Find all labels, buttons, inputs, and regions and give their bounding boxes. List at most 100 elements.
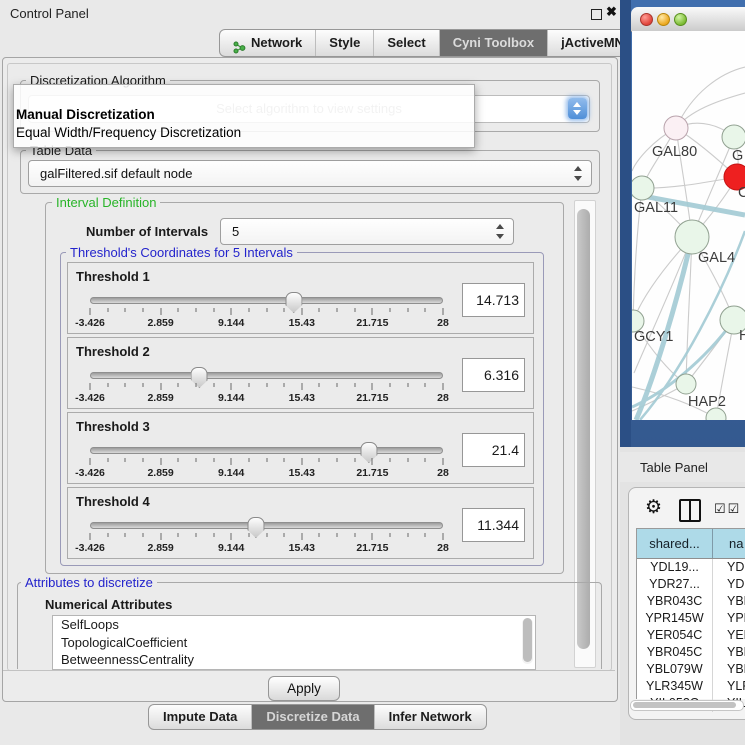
screen: { "window": {"title": "Control Panel"}, …: [0, 0, 745, 745]
table-row[interactable]: YLR345W YLR3: [637, 678, 745, 695]
node-label: H: [739, 328, 745, 344]
network-nodes[interactable]: [632, 116, 745, 420]
column-header-name[interactable]: na: [713, 529, 745, 558]
zoom-traffic-light-icon[interactable]: [674, 13, 687, 26]
cell-shared-name[interactable]: YPR145W: [637, 610, 713, 627]
combobox-arrows-button[interactable]: [568, 98, 587, 119]
column-header-shared-name[interactable]: shared...: [637, 529, 713, 558]
cell-name[interactable]: YBR0: [713, 593, 745, 610]
gear-icon[interactable]: ⚙: [645, 496, 662, 519]
node-g[interactable]: [722, 125, 745, 149]
float-window-icon[interactable]: [591, 9, 602, 20]
cell-shared-name[interactable]: YBL079W: [637, 661, 713, 678]
network-window-frame: [620, 0, 631, 447]
interval-definition-group-title: Interval Definition: [52, 195, 160, 210]
attribute-list-item[interactable]: TopologicalCoefficient: [53, 634, 535, 652]
thresholds-group-title: Threshold's Coordinates for 5 Intervals: [66, 245, 297, 260]
cell-name[interactable]: YDL1: [713, 559, 745, 576]
threshold-label: Threshold 4: [76, 494, 150, 509]
tab-cyni-toolbox[interactable]: Cyni Toolbox: [439, 30, 547, 56]
node-label: GCY1: [634, 329, 674, 345]
cell-name[interactable]: YPR1: [713, 610, 745, 627]
numerical-attributes-list[interactable]: SelfLoops TopologicalCoefficient Between…: [52, 615, 536, 670]
tab-discretize-data[interactable]: Discretize Data: [251, 705, 373, 729]
node-gal11[interactable]: [632, 176, 654, 200]
node-gal4[interactable]: [675, 220, 709, 254]
slider-ticks: [90, 383, 443, 391]
cell-shared-name[interactable]: YDR27...: [637, 576, 713, 593]
network-tab-icon: [233, 37, 246, 50]
node-label: GAL80: [652, 144, 697, 160]
scrollbar-thumb[interactable]: [633, 702, 736, 708]
cell-shared-name[interactable]: YLR345W: [637, 678, 713, 695]
tab-infer-network[interactable]: Infer Network: [374, 705, 486, 729]
minimize-traffic-light-icon[interactable]: [657, 13, 670, 26]
column-layout-icon[interactable]: [679, 499, 701, 522]
dropdown-item-equal-width-frequency[interactable]: Equal Width/Frequency Discretization: [16, 124, 472, 141]
cell-shared-name[interactable]: YDL19...: [637, 559, 713, 576]
threshold-label: Threshold 2: [76, 344, 150, 359]
cell-name[interactable]: YLR3: [713, 678, 745, 695]
number-of-intervals-combobox[interactable]: 5: [220, 218, 514, 245]
table-data-combobox[interactable]: galFiltered.sif default node: [28, 160, 592, 187]
close-traffic-light-icon[interactable]: [640, 13, 653, 26]
node-label: G: [732, 148, 743, 164]
slider-track[interactable]: [90, 372, 443, 379]
table-row[interactable]: YDR27... YDR2: [637, 576, 745, 593]
attributes-list-scrollbar[interactable]: [522, 618, 533, 664]
attribute-list-item[interactable]: SelfLoops: [53, 616, 535, 634]
network-window-titlebar[interactable]: [631, 7, 745, 32]
scrollbar-thumb[interactable]: [523, 618, 532, 662]
slider-track[interactable]: [90, 447, 443, 454]
threshold-slider[interactable]: -3.4262.8599.14415.4321.71528: [90, 368, 443, 402]
slider-ticks: [90, 308, 443, 316]
tab-style[interactable]: Style: [315, 30, 373, 56]
table-row[interactable]: YBR045C YBR0: [637, 644, 745, 661]
table-row[interactable]: YBR043C YBR0: [637, 593, 745, 610]
threshold-value-box[interactable]: 14.713: [462, 283, 525, 317]
cell-shared-name[interactable]: YBR045C: [637, 644, 713, 661]
top-tab-bar: Network Style Select Cyni Toolbox jActiv…: [219, 29, 680, 57]
threshold-value-box[interactable]: 6.316: [462, 358, 525, 392]
table-row[interactable]: YPR145W YPR1: [637, 610, 745, 627]
table-data-combobox-value: galFiltered.sif default node: [29, 161, 591, 186]
threshold-slider[interactable]: -3.4262.8599.14415.4321.71528: [90, 518, 443, 552]
tab-impute-data[interactable]: Impute Data: [149, 705, 251, 729]
attribute-list-item[interactable]: BetweennessCentrality: [53, 651, 535, 669]
cell-shared-name[interactable]: YBR043C: [637, 593, 713, 610]
table-horizontal-scrollbar[interactable]: [630, 700, 744, 711]
node-attribute-table: shared... na YDL19... YDL1 YDR27... YDR2…: [636, 528, 745, 699]
number-of-intervals-label: Number of Intervals: [86, 224, 208, 239]
threshold-row: Threshold 3 -3.4262.8599.14415.4321.7152…: [67, 412, 534, 484]
threshold-value-box[interactable]: 21.4: [462, 433, 525, 467]
threshold-row: Threshold 1 -3.4262.8599.14415.4321.7152…: [67, 262, 534, 334]
threshold-value-box[interactable]: 11.344: [462, 508, 525, 542]
tab-select[interactable]: Select: [373, 30, 438, 56]
cell-name[interactable]: YBL0: [713, 661, 745, 678]
network-canvas[interactable]: GAL80 G C GAL11 GAL4 GCY1 H HAP2: [632, 31, 745, 420]
slider-tick-labels: -3.4262.8599.14415.4321.71528: [90, 317, 443, 329]
algorithm-dropdown-popup: Manual Discretization Equal Width/Freque…: [13, 84, 475, 148]
cell-name[interactable]: YDR2: [713, 576, 745, 593]
table-panel-title: Table Panel: [640, 460, 708, 475]
cell-name[interactable]: YER0: [713, 627, 745, 644]
cell-name[interactable]: YBR0: [713, 644, 745, 661]
table-row[interactable]: YDL19... YDL1: [637, 559, 745, 576]
select-columns-checkboxes-icon[interactable]: ☑☑: [714, 501, 741, 517]
slider-track[interactable]: [90, 522, 443, 529]
cell-shared-name[interactable]: YER054C: [637, 627, 713, 644]
slider-track[interactable]: [90, 297, 443, 304]
node-hap2[interactable]: [676, 374, 696, 394]
tab-network[interactable]: Network: [220, 30, 315, 56]
node-label: HAP2: [688, 394, 726, 410]
apply-button[interactable]: Apply: [268, 676, 340, 701]
node-gal80[interactable]: [664, 116, 688, 140]
slider-ticks: [90, 458, 443, 466]
threshold-slider[interactable]: -3.4262.8599.14415.4321.71528: [90, 293, 443, 327]
table-row[interactable]: YBL079W YBL0: [637, 661, 745, 678]
up-arrow-icon: [573, 102, 581, 107]
table-row[interactable]: YER054C YER0: [637, 627, 745, 644]
threshold-slider[interactable]: -3.4262.8599.14415.4321.71528: [90, 443, 443, 477]
dropdown-item-manual-discretization[interactable]: Manual Discretization: [16, 106, 472, 123]
close-icon[interactable]: ✖: [606, 4, 617, 20]
